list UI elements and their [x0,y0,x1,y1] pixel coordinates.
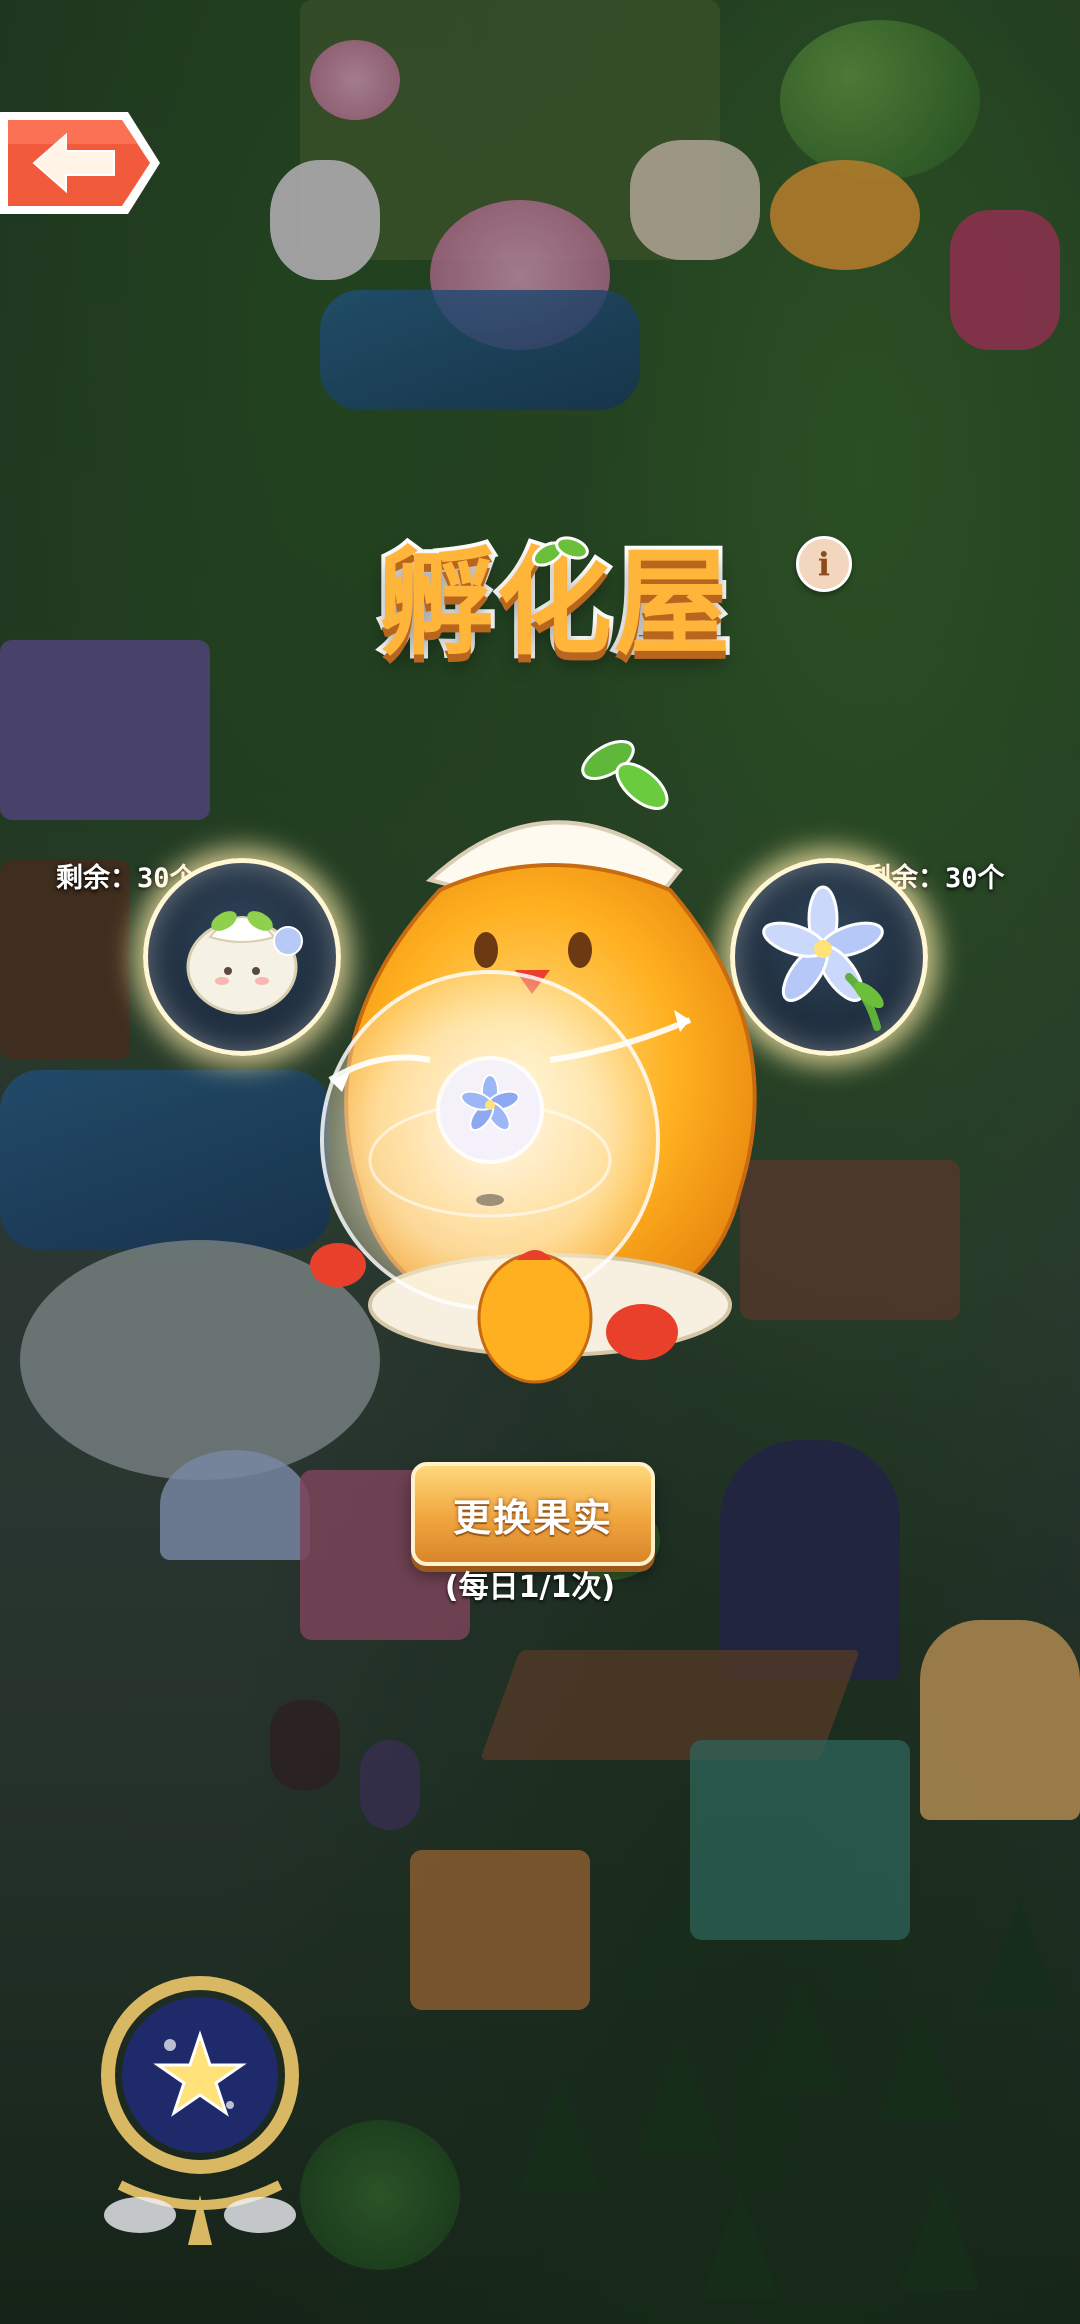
daily-usage-count: (每日1/1次) [444,1570,616,1605]
leaf-sprout-icon [531,536,589,567]
info-button[interactable]: i [796,536,852,592]
screen-title: 孵化屋 [330,508,780,678]
change-fruit-button[interactable]: 更换果实 [411,1462,655,1566]
back-button[interactable] [0,104,166,222]
moon-portal-icon [101,1976,299,2245]
info-icon: i [817,545,831,583]
back-arrow-icon [0,112,160,214]
chick-egg-incubator-icon [310,739,757,1384]
change-fruit-label: 更换果实 [452,1495,613,1540]
game-screen: 孵化屋 i 剩余：30个 剩余：30个 更换果实 (每日1/1次) [0,0,1080,2324]
